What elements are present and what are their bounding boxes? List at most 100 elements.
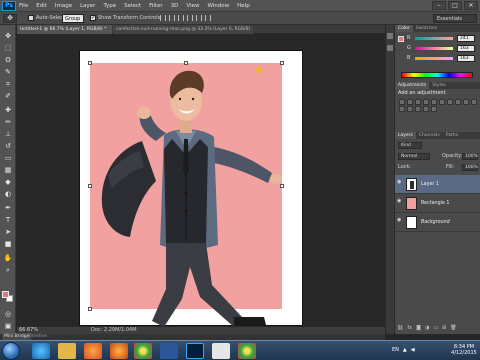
history-brush-tool-icon[interactable]: ↺ [3, 141, 13, 151]
menu-type[interactable]: Type [103, 0, 116, 12]
layer-name[interactable]: Background [421, 213, 450, 232]
hue-saturation-icon[interactable] [439, 99, 445, 105]
transform-handle-mr[interactable] [280, 184, 284, 188]
menu-help[interactable]: Help [237, 0, 250, 12]
color-tab[interactable]: Color [395, 25, 413, 32]
paint-icon[interactable] [212, 343, 230, 359]
curves-icon[interactable] [415, 99, 421, 105]
auto-select-dropdown[interactable]: Group [62, 14, 84, 23]
move-tool-icon[interactable]: ✥ [3, 31, 13, 41]
menu-edit[interactable]: Edit [36, 0, 47, 12]
firefox-icon[interactable] [110, 343, 128, 359]
language-indicator[interactable]: EN [392, 344, 399, 356]
align-middle-icon[interactable] [169, 15, 175, 21]
layer-name[interactable]: Layer 1 [421, 175, 439, 194]
quick-mask-icon[interactable]: ◎ [3, 309, 13, 319]
clone-stamp-tool-icon[interactable]: ⊥ [3, 129, 13, 139]
layer-row-rectangle-1[interactable]: ◉ Rectangle 1 [395, 194, 480, 213]
transform-handle-tc[interactable] [184, 61, 188, 65]
menu-view[interactable]: View [186, 0, 199, 12]
align-top-icon[interactable] [160, 15, 166, 21]
fx-icon[interactable]: fx [407, 325, 412, 331]
brightness-icon[interactable] [399, 99, 405, 105]
document-tab-source[interactable]: confection-suit-running-man.png @ 33.3% … [113, 25, 253, 34]
close-button[interactable]: ✕ [464, 1, 478, 10]
canvas-area[interactable] [17, 34, 385, 326]
eraser-tool-icon[interactable]: ▭ [3, 153, 13, 163]
photoshop-icon[interactable] [186, 343, 204, 359]
blue-value[interactable]: 163 [457, 55, 475, 62]
explorer-icon[interactable] [58, 343, 76, 359]
network-icon[interactable]: ▲ [403, 344, 407, 356]
screen-mode-icon[interactable]: ▣ [3, 321, 13, 331]
color-spectrum-bar[interactable] [401, 72, 473, 78]
align-center-icon[interactable] [196, 15, 202, 21]
move-tool-preset-icon[interactable]: ✥ [3, 14, 17, 23]
document-canvas[interactable] [79, 50, 303, 326]
workspace-dropdown[interactable]: Essentials [433, 14, 477, 23]
hand-tool-icon[interactable]: ✋ [3, 253, 13, 263]
trash-icon[interactable]: 🗑 [450, 325, 456, 331]
quick-select-tool-icon[interactable]: ✎ [3, 67, 13, 77]
type-tool-icon[interactable]: T [3, 215, 13, 225]
lasso-tool-icon[interactable]: ʘ [3, 55, 13, 65]
levels-icon[interactable] [407, 99, 413, 105]
marquee-tool-icon[interactable]: ⬚ [3, 43, 13, 53]
transform-handle-tr[interactable] [280, 61, 284, 65]
channels-tab[interactable]: Channels [416, 132, 443, 139]
vibrance-icon[interactable] [431, 99, 437, 105]
show-transform-checkbox[interactable]: ✓ [90, 15, 96, 21]
crop-tool-icon[interactable]: ⌗ [3, 79, 13, 89]
ie-icon[interactable] [32, 343, 50, 359]
green-slider[interactable]: G 163 [407, 45, 477, 52]
menu-image[interactable]: Image [55, 0, 72, 12]
menu-select[interactable]: Select [124, 0, 141, 12]
color-balance-icon[interactable] [447, 99, 453, 105]
clock[interactable]: 8:34 PM 4/12/2015 [450, 344, 478, 356]
group-icon[interactable]: ▭ [433, 325, 438, 331]
transform-handle-bl[interactable] [88, 307, 92, 311]
selective-color-icon[interactable] [423, 106, 429, 112]
panel-fg-swatch[interactable] [398, 36, 404, 42]
posterize-icon[interactable] [407, 106, 413, 112]
visibility-eye-icon[interactable]: ◉ [397, 198, 403, 204]
path-select-tool-icon[interactable]: ➤ [3, 227, 13, 237]
maximize-button[interactable]: □ [448, 1, 462, 10]
blend-mode-dropdown[interactable]: Normal [398, 153, 430, 160]
foreground-color-swatch[interactable] [2, 291, 9, 298]
visibility-eye-icon[interactable]: ◉ [397, 217, 403, 223]
link-icon[interactable]: ⛓ [397, 325, 403, 331]
gradient-tool-icon[interactable]: ▦ [3, 165, 13, 175]
healing-brush-tool-icon[interactable]: ✚ [3, 105, 13, 115]
align-left-icon[interactable] [187, 15, 193, 21]
history-panel-icon[interactable] [387, 33, 393, 39]
media-player-icon[interactable] [84, 343, 102, 359]
auto-select-checkbox[interactable] [28, 15, 34, 21]
start-button[interactable] [2, 342, 20, 360]
layer-row-background[interactable]: ◉ Background [395, 213, 480, 232]
adjustment-layer-icon[interactable]: ◑ [425, 325, 429, 331]
chrome-icon[interactable] [238, 343, 256, 359]
layer-row-layer-1[interactable]: ◉ Layer 1 [395, 175, 480, 194]
menu-filter[interactable]: Filter [149, 0, 163, 12]
opacity-field[interactable]: 100% [462, 153, 478, 160]
blue-slider[interactable]: B 163 [407, 55, 477, 62]
chrome-icon[interactable] [134, 343, 152, 359]
align-bottom-icon[interactable] [178, 15, 184, 21]
eyedropper-tool-icon[interactable]: ✐ [3, 91, 13, 101]
menu-layer[interactable]: Layer [80, 0, 95, 12]
menu-file[interactable]: File [19, 0, 28, 12]
rectangle-tool-icon[interactable]: ■ [3, 239, 13, 249]
properties-panel-icon[interactable] [387, 45, 393, 51]
swatches-tab[interactable]: Swatches [413, 25, 441, 32]
paths-tab[interactable]: Paths [443, 132, 461, 139]
styles-tab[interactable]: Styles [429, 82, 449, 89]
align-right-icon[interactable] [205, 15, 211, 21]
new-layer-icon[interactable]: ⊞ [442, 325, 446, 331]
adjustments-tab[interactable]: Adjustments [395, 82, 430, 89]
transform-handle-ml[interactable] [88, 184, 92, 188]
threshold-icon[interactable] [415, 106, 421, 112]
menu-3d[interactable]: 3D [171, 0, 179, 12]
red-slider[interactable]: R 241 [407, 35, 477, 42]
exposure-icon[interactable] [423, 99, 429, 105]
